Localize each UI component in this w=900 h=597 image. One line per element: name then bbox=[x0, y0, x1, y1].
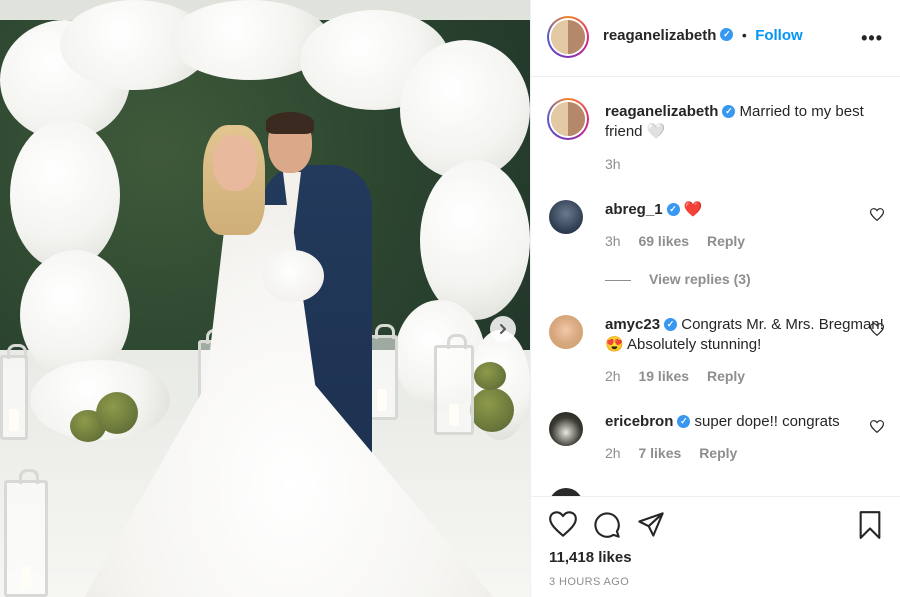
bouquet bbox=[262, 250, 324, 302]
moss-ball bbox=[96, 392, 138, 434]
comment-avatar[interactable] bbox=[549, 315, 583, 349]
view-replies-label: View replies (3) bbox=[649, 271, 751, 287]
post-caption: reaganelizabeth ✓ Married to my best frie… bbox=[547, 98, 894, 178]
comment-username[interactable]: ericebron bbox=[605, 413, 673, 430]
comment-likes[interactable]: 19 likes bbox=[638, 368, 689, 384]
author-avatar[interactable] bbox=[547, 16, 589, 58]
comment-icon[interactable] bbox=[593, 511, 621, 539]
lantern bbox=[4, 469, 48, 597]
heart-icon[interactable] bbox=[870, 208, 884, 221]
author-username[interactable]: reaganelizabeth bbox=[603, 27, 716, 44]
lantern bbox=[0, 344, 28, 440]
caption-age: 3h bbox=[605, 156, 621, 172]
share-icon[interactable] bbox=[637, 511, 665, 539]
flower-cluster bbox=[420, 160, 530, 320]
post-timestamp: 3 HOURS AGO bbox=[549, 576, 630, 588]
comment-item: ericebron ✓ super dope!! congrats 2h 7 li… bbox=[549, 410, 894, 480]
comment-likes[interactable]: 7 likes bbox=[638, 445, 681, 461]
comment-text: super dope!! congrats bbox=[694, 413, 840, 430]
verified-badge-icon: ✓ bbox=[664, 317, 678, 331]
heart-icon[interactable] bbox=[870, 420, 884, 433]
carousel-next-icon bbox=[500, 324, 506, 334]
verified-badge-icon: ✓ bbox=[722, 104, 736, 118]
comment-item: amyc23 ✓ Congrats Mr. & Mrs. Bregman! 😍 A… bbox=[549, 313, 894, 398]
post-header: reaganelizabeth ✓ • Follow ••• bbox=[531, 0, 900, 77]
comment-meta: 3h 69 likes Reply bbox=[605, 233, 759, 249]
flower-cluster bbox=[10, 120, 120, 270]
moss-ball bbox=[474, 362, 506, 390]
caption-meta: 3h bbox=[605, 156, 635, 172]
likes-count[interactable]: 11,418 likes bbox=[549, 549, 632, 566]
comment-avatar[interactable] bbox=[549, 200, 583, 234]
comment-age: 2h bbox=[605, 445, 621, 461]
follow-button[interactable]: Follow bbox=[755, 27, 803, 44]
comment-meta: 2h 7 likes Reply bbox=[605, 445, 751, 461]
lantern bbox=[434, 334, 474, 435]
reply-button[interactable]: Reply bbox=[707, 368, 745, 384]
moss-ball bbox=[470, 388, 514, 432]
caption-username[interactable]: reaganelizabeth bbox=[605, 103, 718, 120]
heart-icon[interactable] bbox=[870, 323, 884, 336]
comment-username[interactable]: abreg_1 bbox=[605, 201, 663, 218]
post-photo[interactable] bbox=[0, 0, 530, 597]
comment-meta: 2h 19 likes Reply bbox=[605, 368, 759, 384]
comment-age: 2h bbox=[605, 368, 621, 384]
verified-badge-icon: ✓ bbox=[666, 202, 680, 216]
flower-cluster bbox=[400, 40, 530, 180]
groom-hair bbox=[266, 112, 314, 134]
comments-list[interactable]: reaganelizabeth ✓ Married to my best frie… bbox=[531, 78, 900, 496]
comment-likes[interactable]: 69 likes bbox=[638, 233, 689, 249]
bookmark-icon[interactable] bbox=[857, 511, 883, 539]
separator-dot: • bbox=[741, 27, 747, 43]
verified-badge-icon: ✓ bbox=[720, 28, 734, 42]
reply-button[interactable]: Reply bbox=[707, 233, 745, 249]
view-replies-button[interactable]: View replies (3) bbox=[605, 271, 751, 287]
post-sidebar: reaganelizabeth ✓ • Follow ••• reaganeliz… bbox=[530, 0, 900, 597]
comment-username[interactable]: amyc23 bbox=[605, 316, 660, 333]
verified-badge-icon: ✓ bbox=[677, 414, 691, 428]
comment-avatar[interactable] bbox=[549, 488, 583, 496]
comment-avatar[interactable] bbox=[549, 412, 583, 446]
post-actions: 11,418 likes 3 HOURS AGO bbox=[531, 496, 900, 597]
bride-head bbox=[213, 135, 257, 191]
heart-icon[interactable] bbox=[549, 511, 577, 537]
more-options-icon[interactable]: ••• bbox=[861, 28, 883, 49]
carousel-next-button[interactable] bbox=[490, 316, 516, 342]
comment-text: ❤️ bbox=[683, 201, 703, 218]
comment-item: abreg_1 ✓ ❤️ 3h 69 likes Reply View repli… bbox=[549, 198, 894, 308]
comment-age: 3h bbox=[605, 233, 621, 249]
reply-button[interactable]: Reply bbox=[699, 445, 737, 461]
replies-divider bbox=[605, 279, 631, 281]
caption-avatar[interactable] bbox=[547, 98, 589, 140]
